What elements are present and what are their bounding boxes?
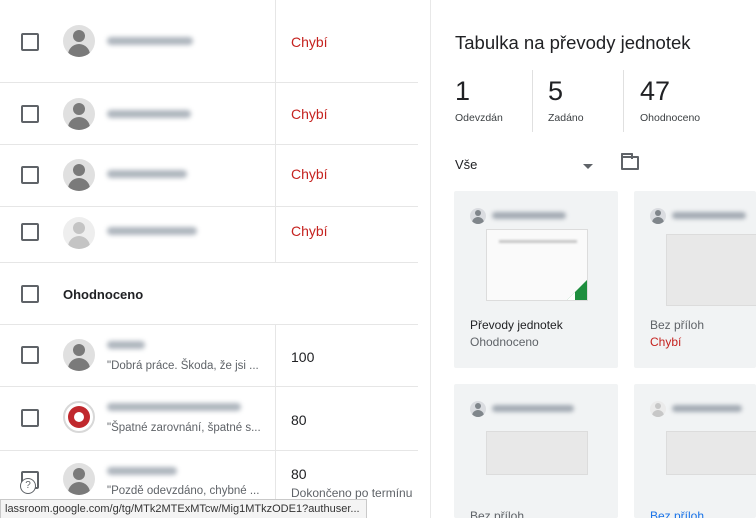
section-label: Ohodnoceno xyxy=(63,287,144,302)
student-name-redacted xyxy=(107,227,197,235)
avatar xyxy=(63,217,95,249)
student-name-redacted xyxy=(672,212,746,219)
filter-select[interactable]: Vše xyxy=(455,157,477,172)
status-missing: Chybí xyxy=(291,34,328,50)
attachment-placeholder xyxy=(666,234,756,306)
chevron-down-icon[interactable] xyxy=(583,164,593,169)
submission-card[interactable]: Převody jednotek Ohodnoceno xyxy=(454,191,618,368)
avatar xyxy=(63,463,95,495)
student-row[interactable]: Chybí xyxy=(0,145,418,207)
student-name-redacted xyxy=(107,37,193,45)
help-icon[interactable]: ? xyxy=(20,478,36,494)
attachment-placeholder xyxy=(666,431,756,475)
grade-value[interactable]: 80 xyxy=(291,466,307,482)
status-missing: Chybí xyxy=(291,106,328,122)
private-comment: "Pozdě odevzdáno, chybné ... xyxy=(107,485,260,497)
grade-value[interactable]: 100 xyxy=(291,349,314,365)
avatar xyxy=(650,401,666,417)
folder-icon[interactable] xyxy=(621,153,639,170)
submission-card[interactable]: Bez příloh xyxy=(454,384,618,518)
submission-card[interactable]: Bez příloh xyxy=(634,384,756,518)
student-name-redacted xyxy=(107,170,187,178)
avatar xyxy=(63,401,95,433)
card-title: Bez příloh xyxy=(650,509,705,518)
student-name-redacted xyxy=(107,341,145,349)
assignment-title: Tabulka na převody jednotek xyxy=(455,32,691,53)
attachment-placeholder xyxy=(486,431,588,475)
student-name-redacted xyxy=(107,467,177,475)
student-row[interactable]: Chybí xyxy=(0,0,418,83)
section-header-graded[interactable]: Ohodnoceno xyxy=(0,263,418,325)
stat-assigned[interactable]: 5 Zadáno xyxy=(548,76,584,124)
stat-turned-in[interactable]: 1 Odevzdán xyxy=(455,76,503,124)
student-name-redacted xyxy=(107,403,241,411)
avatar xyxy=(63,98,95,130)
stat-graded[interactable]: 47 Ohodnoceno xyxy=(640,76,700,124)
card-title: Bez příloh xyxy=(650,318,705,332)
attachment-title: Převody jednotek xyxy=(470,318,563,332)
avatar xyxy=(470,401,486,417)
student-list: Chybí Chybí Chybí Chybí Ohodnoceno "Dobr… xyxy=(0,0,418,518)
student-checkbox[interactable] xyxy=(21,346,39,364)
student-row[interactable]: Chybí xyxy=(0,207,418,263)
late-note: Dokončeno po termínu xyxy=(291,486,413,500)
avatar xyxy=(63,25,95,57)
status-missing: Chybí xyxy=(291,223,328,239)
section-checkbox[interactable] xyxy=(21,285,39,303)
student-name-redacted xyxy=(107,110,191,118)
avatar xyxy=(650,208,666,224)
attachment-thumbnail[interactable] xyxy=(486,229,588,301)
student-checkbox[interactable] xyxy=(21,166,39,184)
card-status: Ohodnoceno xyxy=(470,335,539,349)
student-checkbox[interactable] xyxy=(21,33,39,51)
student-name-redacted xyxy=(492,212,566,219)
browser-status-url: lassroom.google.com/g/tg/MTk2MTExMTcw/Mi… xyxy=(0,499,367,518)
student-row[interactable]: "Dobrá práce. Škoda, že jsi ... 100 xyxy=(0,325,418,387)
submission-card[interactable]: Bez příloh Chybí xyxy=(634,191,756,368)
student-row[interactable]: "Špatné zarovnání, špatné s... 80 xyxy=(0,387,418,451)
avatar xyxy=(63,159,95,191)
private-comment: "Dobrá práce. Škoda, že jsi ... xyxy=(107,360,259,372)
assignment-panel: Tabulka na převody jednotek 1 Odevzdán 5… xyxy=(431,0,756,518)
student-name-redacted xyxy=(492,405,574,412)
private-comment: "Špatné zarovnání, špatné s... xyxy=(107,422,261,434)
card-title: Bez příloh xyxy=(470,509,525,518)
student-row[interactable]: Chybí xyxy=(0,83,418,145)
student-checkbox[interactable] xyxy=(21,105,39,123)
student-checkbox[interactable] xyxy=(21,223,39,241)
status-missing: Chybí xyxy=(291,166,328,182)
avatar xyxy=(63,339,95,371)
card-status: Chybí xyxy=(650,335,682,349)
student-checkbox[interactable] xyxy=(21,409,39,427)
student-name-redacted xyxy=(672,405,742,412)
grade-value[interactable]: 80 xyxy=(291,412,307,428)
avatar xyxy=(470,208,486,224)
